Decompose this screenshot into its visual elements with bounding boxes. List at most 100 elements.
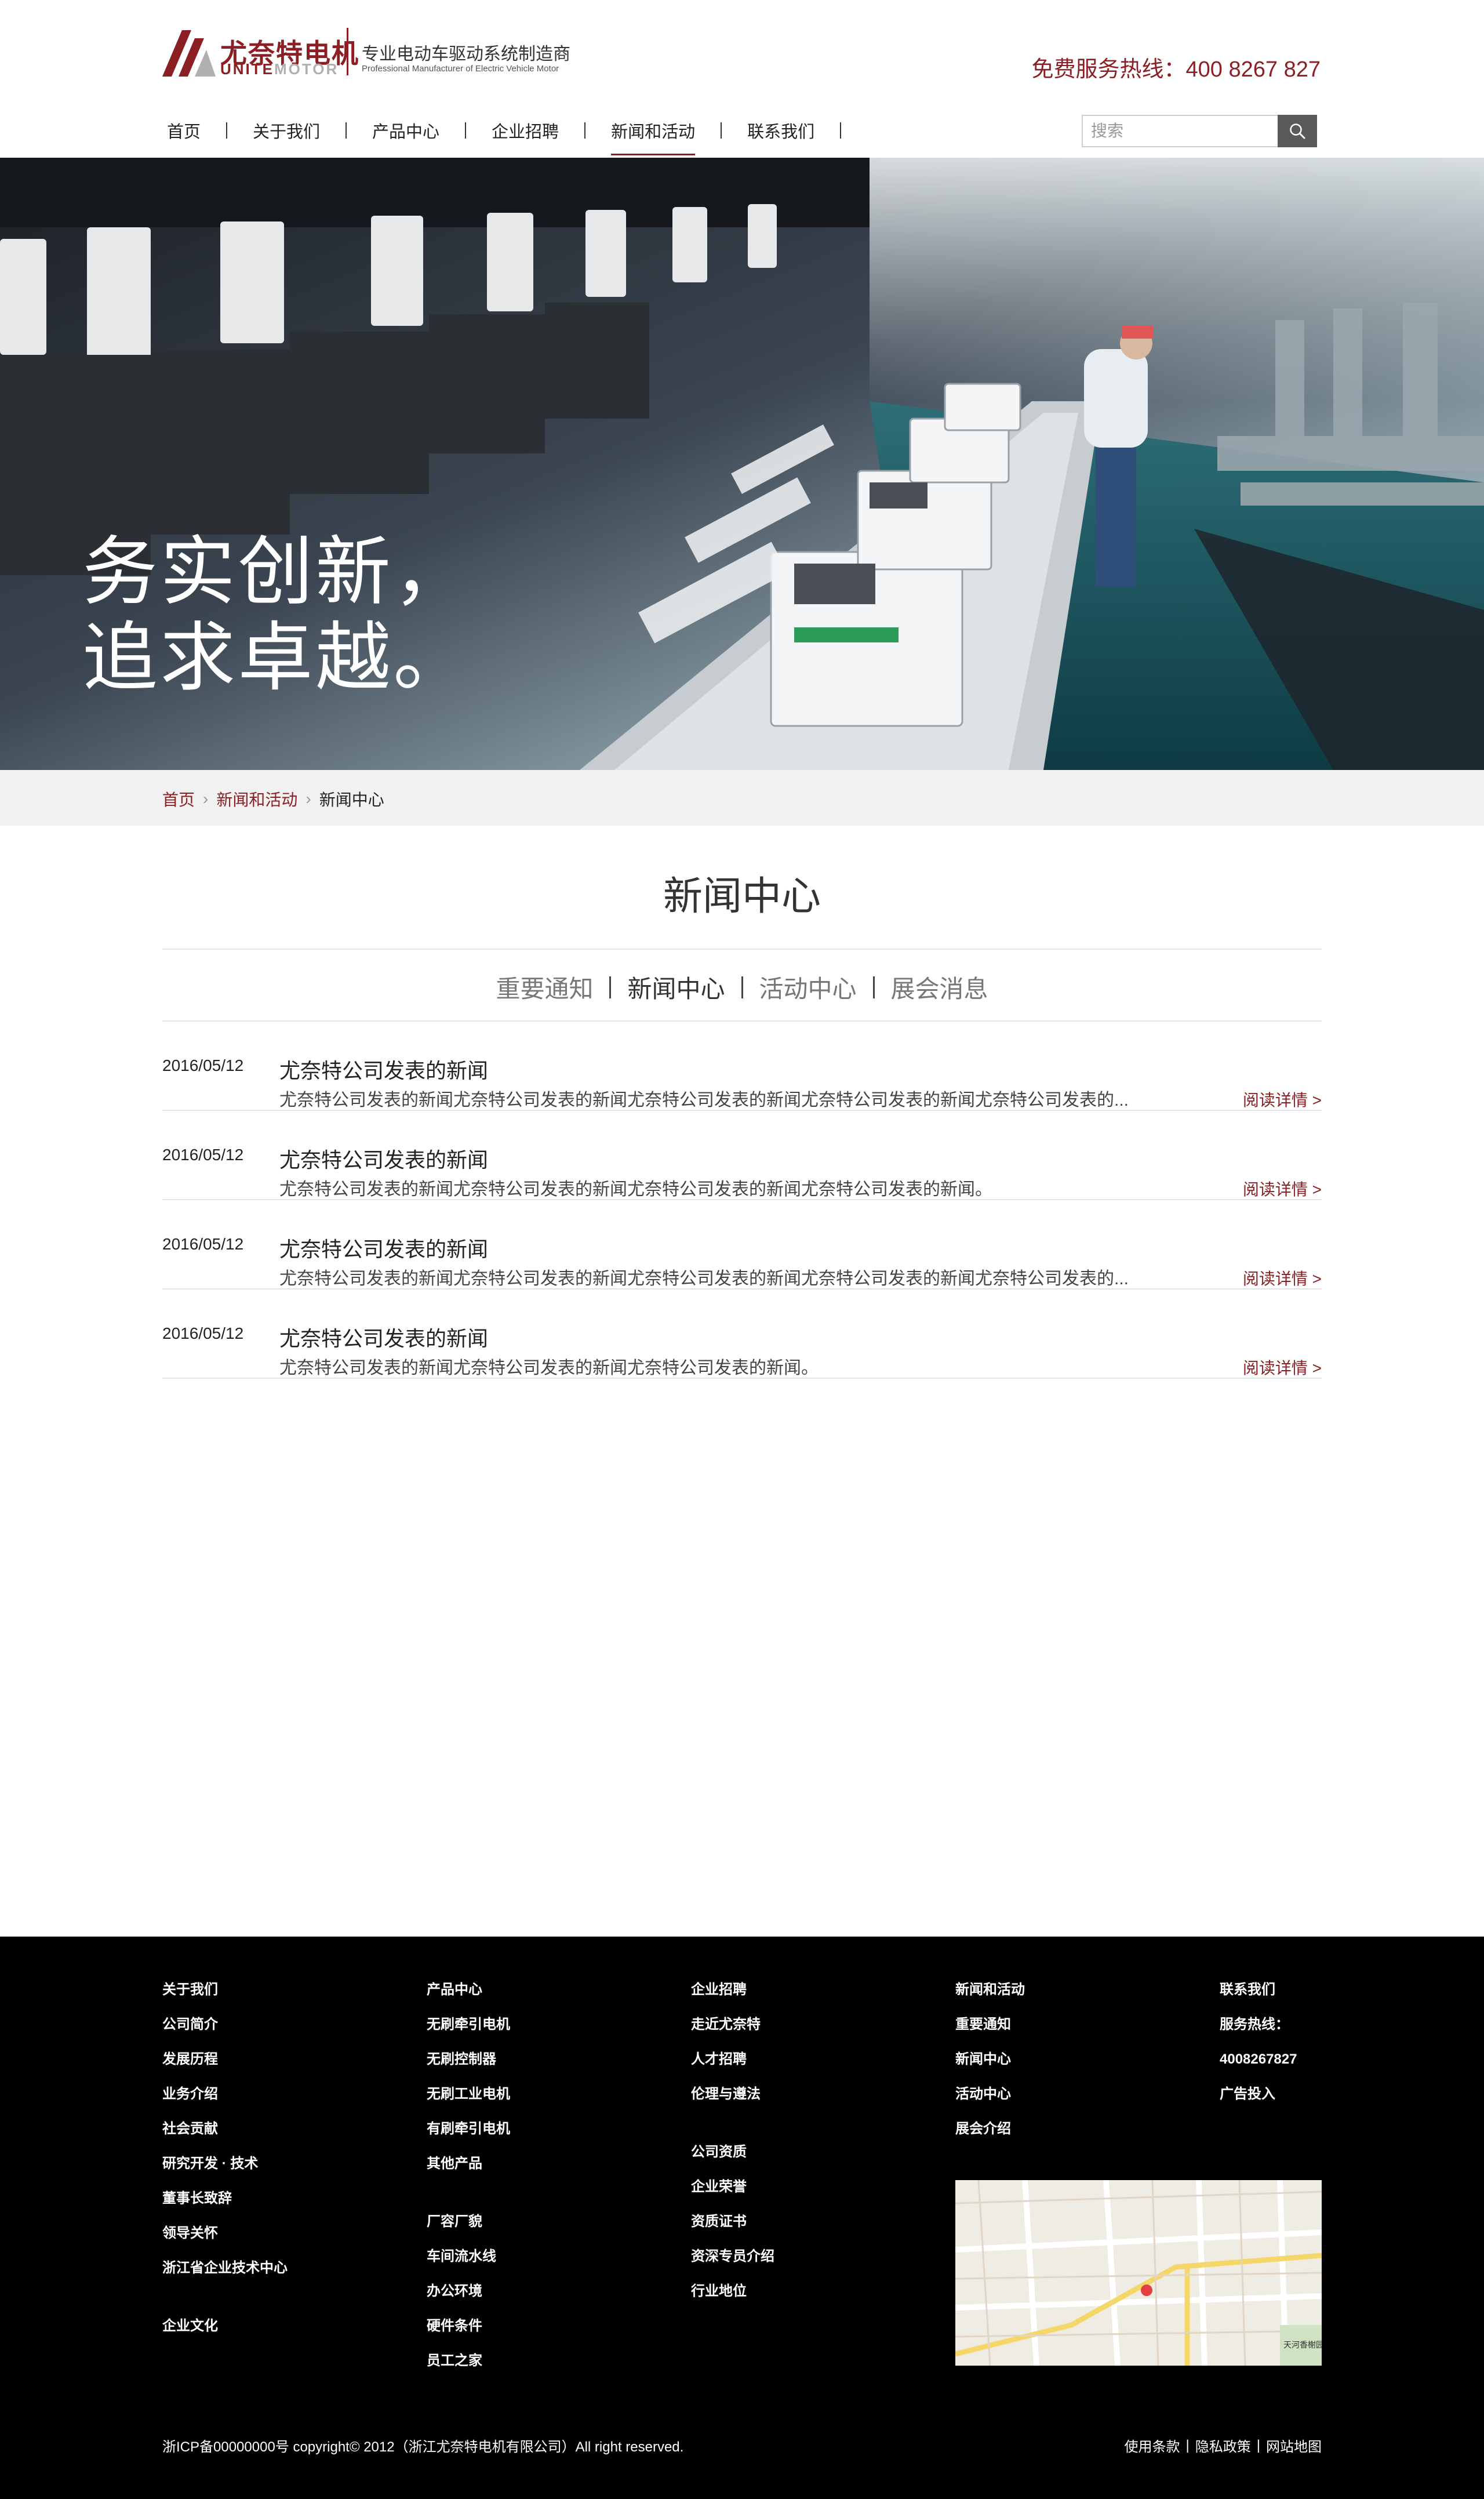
footer-heading-qualification[interactable]: 公司资质 xyxy=(691,2141,774,2175)
nav-separator xyxy=(226,122,228,139)
news-title[interactable]: 尤奈特公司发表的新闻 xyxy=(279,1054,488,1084)
nav-item-products[interactable]: 产品中心 xyxy=(368,118,444,143)
nav-item-about[interactable]: 关于我们 xyxy=(248,118,325,143)
read-more-link[interactable]: 阅读详情 > xyxy=(1243,1177,1322,1200)
footer-link[interactable]: 无刷牵引电机 xyxy=(427,2013,510,2048)
footer-link[interactable]: 有刷牵引电机 xyxy=(427,2117,510,2152)
footer-column-careers: 企业招聘 走近尤奈特 人才招聘 伦理与遵法 公司资质 企业荣誉 资质证书 资深专… xyxy=(691,1978,774,2315)
news-date: 2016/05/12 xyxy=(162,1324,244,1342)
footer-column-products: 产品中心 无刷牵引电机 无刷控制器 无刷工业电机 有刷牵引电机 其他产品 厂容厂… xyxy=(427,1978,510,2384)
news-item[interactable]: 2016/05/12 尤奈特公司发表的新闻 尤奈特公司发表的新闻尤奈特公司发表的… xyxy=(162,1290,1322,1379)
copyright-text: 浙ICP备00000000号 copyright© 2012（浙江尤奈特电机有限… xyxy=(162,2439,684,2455)
footer-link[interactable]: 无刷工业电机 xyxy=(427,2083,510,2117)
footer-heading-careers[interactable]: 企业招聘 xyxy=(691,1978,774,2013)
footer-link[interactable]: 重要通知 xyxy=(955,2013,1025,2048)
map-area-label: 天河香榭园 xyxy=(1283,2340,1322,2349)
read-more-link[interactable]: 阅读详情 > xyxy=(1243,1356,1322,1379)
footer-heading-about[interactable]: 关于我们 xyxy=(162,1978,288,2013)
footer-link[interactable]: 展会介绍 xyxy=(955,2117,1025,2152)
footer-hotline-number: 4008267827 xyxy=(1220,2051,1297,2067)
brand-slogan: 专业电动车驱动系统制造商 xyxy=(362,45,570,64)
location-map[interactable]: 天河香榭园 xyxy=(955,2180,1322,2366)
privacy-link[interactable]: 隐私政策 xyxy=(1195,2435,1251,2456)
news-summary: 尤奈特公司发表的新闻尤奈特公司发表的新闻尤奈特公司发表的新闻尤奈特公司发表的新闻… xyxy=(279,1091,1129,1110)
news-title[interactable]: 尤奈特公司发表的新闻 xyxy=(279,1233,488,1263)
footer-link[interactable]: 资质证书 xyxy=(691,2210,774,2245)
logo-mark-icon xyxy=(162,30,216,77)
nav-item-careers[interactable]: 企业招聘 xyxy=(487,118,563,143)
footer-column-about: 关于我们 公司简介 发展历程 业务介绍 社会贡献 研究开发 · 技术 董事长致辞… xyxy=(162,1978,288,2349)
footer-heading-culture[interactable]: 企业文化 xyxy=(162,2315,288,2349)
footer-legal-links: 使用条款 | 隐私政策 | 网站地图 xyxy=(1125,2435,1322,2456)
footer-link[interactable]: 其他产品 xyxy=(427,2152,510,2187)
breadcrumb-section[interactable]: 新闻和活动 xyxy=(216,787,297,811)
footer-column-news: 新闻和活动 重要通知 新闻中心 活动中心 展会介绍 xyxy=(955,1978,1025,2152)
footer-hotline-label: 服务热线： xyxy=(1220,2017,1289,2032)
site-header: 尤奈特电机 UNITEMOTOR 专业电动车驱动系统制造商 Profession… xyxy=(0,0,1484,158)
breadcrumb-current: 新闻中心 xyxy=(319,791,384,809)
footer-link[interactable]: 领导关怀 xyxy=(162,2222,288,2257)
footer-link[interactable]: 董事长致辞 xyxy=(162,2187,288,2222)
brand-logo[interactable]: 尤奈特电机 UNITEMOTOR 专业电动车驱动系统制造商 Profession… xyxy=(162,28,570,80)
footer-link[interactable]: 行业地位 xyxy=(691,2280,774,2315)
search-button[interactable] xyxy=(1278,115,1317,147)
search-input[interactable] xyxy=(1082,115,1278,147)
news-item[interactable]: 2016/05/12 尤奈特公司发表的新闻 尤奈特公司发表的新闻尤奈特公司发表的… xyxy=(162,1200,1322,1290)
footer-link[interactable]: 浙江省企业技术中心 xyxy=(162,2257,288,2291)
footer-link[interactable]: 人才招聘 xyxy=(691,2048,774,2083)
site-footer: 关于我们 公司简介 发展历程 业务介绍 社会贡献 研究开发 · 技术 董事长致辞… xyxy=(0,1937,1484,2499)
breadcrumb-home[interactable]: 首页 xyxy=(162,787,195,811)
news-item[interactable]: 2016/05/12 尤奈特公司发表的新闻 尤奈特公司发表的新闻尤奈特公司发表的… xyxy=(162,1022,1322,1111)
read-more-link[interactable]: 阅读详情 > xyxy=(1243,1266,1322,1290)
footer-link[interactable]: 社会贡献 xyxy=(162,2117,288,2152)
footer-link[interactable]: 车间流水线 xyxy=(427,2245,510,2280)
news-title[interactable]: 尤奈特公司发表的新闻 xyxy=(279,1143,488,1174)
sitemap-link[interactable]: 网站地图 xyxy=(1266,2435,1322,2456)
footer-heading-products[interactable]: 产品中心 xyxy=(427,1978,510,2013)
footer-link[interactable]: 无刷控制器 xyxy=(427,2048,510,2083)
footer-link[interactable]: 公司简介 xyxy=(162,2013,288,2048)
footer-heading-contact[interactable]: 联系我们 xyxy=(1220,1978,1297,2013)
link-separator: | xyxy=(1185,2437,1190,2453)
news-item[interactable]: 2016/05/12 尤奈特公司发表的新闻 尤奈特公司发表的新闻尤奈特公司发表的… xyxy=(162,1111,1322,1200)
tab-news-center[interactable]: 新闻中心 xyxy=(627,969,725,1005)
footer-link[interactable]: 发展历程 xyxy=(162,2048,288,2083)
news-list: 2016/05/12 尤奈特公司发表的新闻 尤奈特公司发表的新闻尤奈特公司发表的… xyxy=(162,1022,1322,1379)
map-graphic xyxy=(955,2180,1322,2366)
footer-link[interactable]: 伦理与遵法 xyxy=(691,2083,774,2117)
footer-link-advertising[interactable]: 广告投入 xyxy=(1220,2083,1297,2117)
footer-spacer xyxy=(162,2291,288,2315)
tab-separator xyxy=(872,976,875,998)
page-title: 新闻中心 xyxy=(663,874,821,918)
nav-item-home[interactable]: 首页 xyxy=(162,118,205,143)
tab-exhibitions[interactable]: 展会消息 xyxy=(891,969,988,1005)
tab-events[interactable]: 活动中心 xyxy=(759,969,857,1005)
news-date: 2016/05/12 xyxy=(162,1056,244,1074)
news-title[interactable]: 尤奈特公司发表的新闻 xyxy=(279,1322,488,1352)
footer-link[interactable]: 活动中心 xyxy=(955,2083,1025,2117)
terms-link[interactable]: 使用条款 xyxy=(1125,2435,1180,2456)
footer-link[interactable]: 走近尤奈特 xyxy=(691,2013,774,2048)
footer-link[interactable]: 硬件条件 xyxy=(427,2315,510,2349)
hero-banner: 务实创新， 追求卓越。 xyxy=(0,158,1484,770)
nav-item-contact[interactable]: 联系我们 xyxy=(743,118,819,143)
footer-heading-news[interactable]: 新闻和活动 xyxy=(955,1978,1025,2013)
footer-link[interactable]: 员工之家 xyxy=(427,2349,510,2384)
footer-spacer xyxy=(691,2117,774,2141)
tab-notices[interactable]: 重要通知 xyxy=(496,969,593,1005)
read-more-link[interactable]: 阅读详情 > xyxy=(1243,1088,1322,1111)
breadcrumb: 首页 › 新闻和活动 › 新闻中心 xyxy=(162,787,384,811)
nav-item-news[interactable]: 新闻和活动 xyxy=(606,118,700,155)
search-icon xyxy=(1290,124,1305,139)
footer-link[interactable]: 办公环境 xyxy=(427,2280,510,2315)
footer-column-contact: 联系我们 服务热线： 4008267827 广告投入 xyxy=(1220,1978,1297,2117)
brand-name-en-unite: UNITE xyxy=(220,60,274,78)
footer-link[interactable]: 新闻中心 xyxy=(955,2048,1025,2083)
nav-separator xyxy=(840,122,842,139)
footer-link[interactable]: 资深专员介绍 xyxy=(691,2245,774,2280)
footer-heading-factory[interactable]: 厂容厂貌 xyxy=(427,2210,510,2245)
footer-link[interactable]: 研究开发 · 技术 xyxy=(162,2152,288,2187)
footer-link[interactable]: 业务介绍 xyxy=(162,2083,288,2117)
nav-separator xyxy=(465,122,467,139)
footer-link[interactable]: 企业荣誉 xyxy=(691,2175,774,2210)
